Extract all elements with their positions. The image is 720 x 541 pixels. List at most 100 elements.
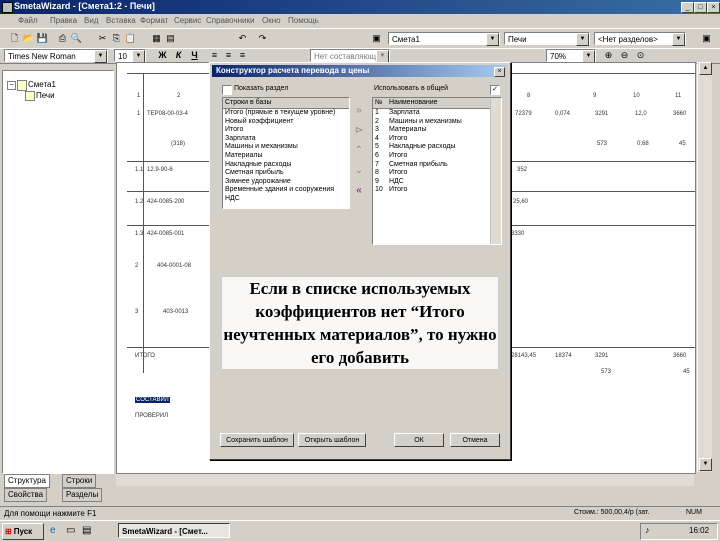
menu-insert[interactable]: Вставка xyxy=(106,16,136,25)
list-item[interactable]: 5 Накладные расходы xyxy=(373,143,501,152)
show-section-checkbox[interactable] xyxy=(222,85,232,95)
list-scrollbar[interactable] xyxy=(490,98,501,244)
open-template-button[interactable]: Открыть шаблон xyxy=(298,433,366,447)
maximize-button[interactable]: □ xyxy=(694,2,707,13)
preview-icon[interactable]: 🔍 xyxy=(70,32,83,45)
list-item[interactable]: 6 Итого xyxy=(373,152,501,161)
tab-properties[interactable]: Свойства xyxy=(4,488,48,502)
list-item[interactable]: 8 Итого xyxy=(373,169,501,178)
copy-icon[interactable]: ⎘ xyxy=(110,32,123,45)
size-combo[interactable]: 10 ▼ xyxy=(114,49,146,63)
move-all-right-icon[interactable]: ⊳ xyxy=(351,123,367,139)
tab-sections[interactable]: Разделы xyxy=(62,488,103,502)
list-item[interactable]: 1 Зарплата xyxy=(373,109,501,118)
used-rows-list[interactable]: № Наименование 1 Зарплата 2 Машины и механ… xyxy=(372,97,502,245)
print-icon[interactable]: ⎙ xyxy=(56,32,69,45)
dialog-close-button[interactable]: × xyxy=(494,67,505,77)
menu-edit[interactable]: Правка xyxy=(50,16,77,25)
list-item[interactable]: 4 Итого xyxy=(373,135,501,144)
list-item[interactable]: Временные здания и сооружения xyxy=(223,186,349,195)
menu-file[interactable]: Файл xyxy=(18,16,38,25)
zoom-out-icon[interactable]: ⊖ xyxy=(618,49,631,62)
use-in-total-checkbox[interactable]: ✓ xyxy=(490,85,500,95)
save-template-button[interactable]: Сохранить шаблон xyxy=(220,433,294,447)
available-rows-list[interactable]: Строки в базы Итого (прямые в текущем ур… xyxy=(222,97,350,209)
scroll-up-icon[interactable]: ▲ xyxy=(699,62,712,75)
move-down-icon[interactable]: ⌄ xyxy=(351,163,367,179)
grid-icon[interactable]: ▤ xyxy=(164,32,177,45)
list-item[interactable]: 7 Сметная прибыль xyxy=(373,161,501,170)
structure-tree[interactable]: − Смета1 Печи xyxy=(2,70,114,474)
zoom-in-icon[interactable]: ⊕ xyxy=(602,49,615,62)
tab-structure[interactable]: Структура xyxy=(4,474,50,488)
list-item[interactable]: Итого (прямые в текущем уровне) xyxy=(223,109,349,118)
chevron-down-icon[interactable]: ▼ xyxy=(576,33,589,46)
horizontal-scrollbar[interactable] xyxy=(116,474,694,486)
start-button[interactable]: ⊞ Пуск xyxy=(2,523,44,540)
minimize-button[interactable]: _ xyxy=(681,2,694,13)
list-item[interactable]: НДС xyxy=(223,195,349,204)
vertical-scrollbar[interactable]: ▲ ▼ xyxy=(697,62,712,472)
chevron-down-icon[interactable]: ▼ xyxy=(672,33,685,46)
align-left-icon[interactable]: ≡ xyxy=(208,49,221,62)
list-item[interactable]: Сметная прибыль xyxy=(223,169,349,178)
table-icon[interactable]: ▦ xyxy=(150,32,163,45)
filter-icon[interactable]: ▣ xyxy=(700,32,713,45)
ie-icon[interactable]: e xyxy=(50,525,56,536)
estimate-combo[interactable]: Смета1 ▼ xyxy=(388,32,500,46)
new-icon[interactable]: 🗋 xyxy=(8,32,21,45)
list-item[interactable]: 2 Машины и механизмы xyxy=(373,118,501,127)
list-item[interactable]: 9 НДС xyxy=(373,178,501,187)
paste-icon[interactable]: 📋 xyxy=(124,32,137,45)
cancel-button[interactable]: Отмена xyxy=(450,433,500,447)
menu-format[interactable]: Формат xyxy=(140,16,168,25)
list-item[interactable]: 3 Материалы xyxy=(373,126,501,135)
scroll-down-icon[interactable]: ▼ xyxy=(699,458,712,471)
title-bar[interactable]: SmetaWizard - [Смета1:2 - Печи] _ □ × xyxy=(0,0,720,14)
menu-view[interactable]: Вид xyxy=(84,16,98,25)
list-item[interactable]: Машины и механизмы xyxy=(223,143,349,152)
bold-button[interactable]: Ж xyxy=(156,49,169,62)
underline-button[interactable]: Ч xyxy=(188,49,201,62)
move-left-icon[interactable]: « xyxy=(351,183,367,199)
chevron-down-icon[interactable]: ▼ xyxy=(486,33,499,46)
subsection-combo[interactable]: <Нет разделов> ▼ xyxy=(594,32,686,46)
list-item[interactable]: Новый коэффициент xyxy=(223,118,349,127)
list-item[interactable]: Зарплата xyxy=(223,135,349,144)
list-item[interactable]: Материалы xyxy=(223,152,349,161)
footer-compiled[interactable]: СОСТАВИЛ xyxy=(135,397,170,403)
font-combo[interactable]: Times New Roman ▼ xyxy=(4,49,108,63)
desktop-icon[interactable]: ▭ xyxy=(66,525,75,536)
align-center-icon[interactable]: ≡ xyxy=(222,49,235,62)
calc-icon[interactable]: ▣ xyxy=(370,32,383,45)
section-combo[interactable]: Печи ▼ xyxy=(504,32,590,46)
italic-button[interactable]: К xyxy=(172,49,185,62)
menu-help[interactable]: Помощь xyxy=(288,16,319,25)
task-smetawizard[interactable]: SmetaWizard - [Смет... xyxy=(118,523,230,538)
close-button[interactable]: × xyxy=(707,2,720,13)
list-item[interactable]: 10 Итого xyxy=(373,186,501,195)
move-right-icon[interactable]: » xyxy=(351,103,367,119)
list-item[interactable]: Накладные расходы xyxy=(223,161,349,170)
redo-icon[interactable]: ↷ xyxy=(256,32,269,45)
save-icon[interactable]: 💾 xyxy=(36,32,49,45)
tree-root[interactable]: Смета1 xyxy=(28,80,56,89)
list-item[interactable]: Итого xyxy=(223,126,349,135)
collapse-icon[interactable]: − xyxy=(7,81,16,90)
chevron-down-icon[interactable]: ▼ xyxy=(94,50,107,63)
menu-refs[interactable]: Справочники xyxy=(206,16,254,25)
list-item[interactable]: Зимнее удорожание xyxy=(223,178,349,187)
move-up-icon[interactable]: ⌃ xyxy=(351,143,367,159)
menu-window[interactable]: Окно xyxy=(262,16,281,25)
dialog-title[interactable]: Конструктор расчета перевода в цены xyxy=(212,65,506,77)
open-icon[interactable]: 📂 xyxy=(22,32,35,45)
align-right-icon[interactable]: ≡ xyxy=(236,49,249,62)
ok-button[interactable]: ОК xyxy=(394,433,444,447)
folder-icon[interactable]: ▤ xyxy=(82,525,91,536)
undo-icon[interactable]: ↶ xyxy=(236,32,249,45)
volume-icon[interactable]: ♪ xyxy=(645,525,650,535)
tree-child[interactable]: Печи xyxy=(36,91,55,100)
zoom-fit-icon[interactable]: ⊙ xyxy=(634,49,647,62)
menu-tools[interactable]: Сервис xyxy=(174,16,201,25)
zoom-combo[interactable]: 70% ▼ xyxy=(546,49,596,63)
